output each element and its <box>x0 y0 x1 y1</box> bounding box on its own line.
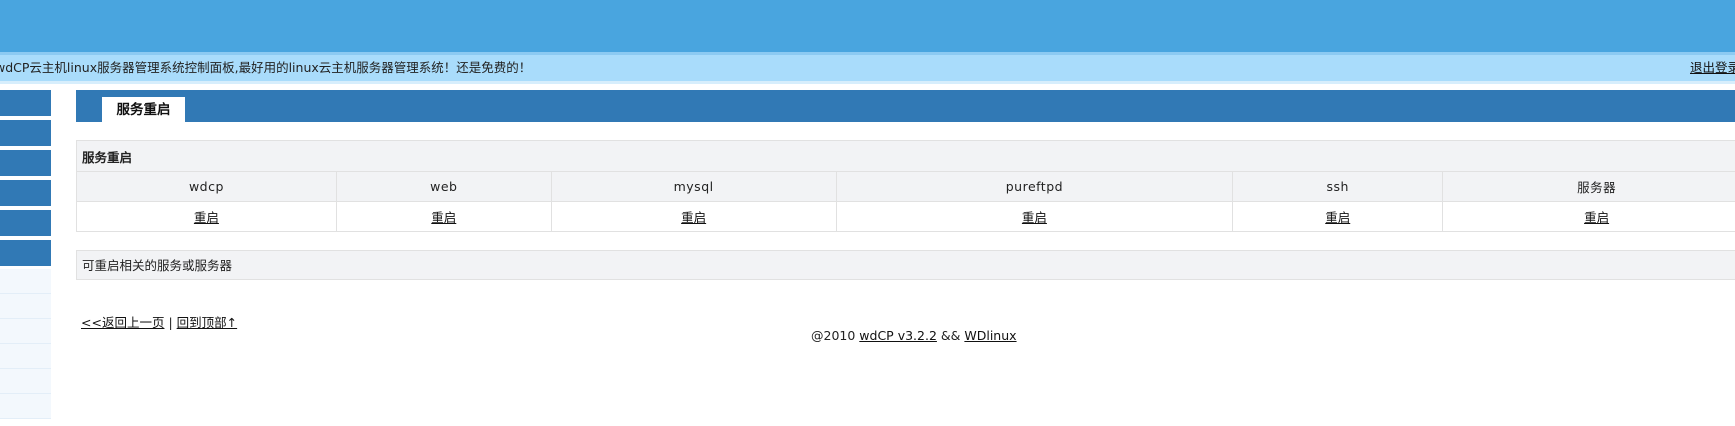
action-cell: 重启 <box>76 201 337 232</box>
back-link[interactable]: <<返回上一页 <box>81 315 164 330</box>
back-to-top-link[interactable]: 回到顶部↑ <box>177 315 237 330</box>
notice-divider <box>0 81 1735 84</box>
sidebar-blank-row <box>0 344 51 369</box>
sidebar-blank-row <box>0 394 51 419</box>
restart-web-link[interactable]: 重启 <box>431 210 456 225</box>
footer-joiner: && <box>940 328 961 343</box>
restart-server-link[interactable]: 重启 <box>1584 210 1609 225</box>
restart-ssh-link[interactable]: 重启 <box>1325 210 1350 225</box>
sidebar-item-4[interactable] <box>0 180 51 206</box>
sidebar-item-6[interactable] <box>0 240 51 266</box>
table-header-row: wdcp web mysql pureftpd ssh 服务器 <box>76 171 1735 202</box>
table-action-row: 重启 重启 重启 重启 重启 重启 <box>76 201 1735 232</box>
restart-wdcp-link[interactable]: 重启 <box>194 210 219 225</box>
sidebar-item-5[interactable] <box>0 210 51 236</box>
action-cell: 重启 <box>550 201 837 232</box>
page-nav: <<返回上一页 | 回到顶部↑ <box>81 312 237 331</box>
action-cell: 重启 <box>1232 201 1444 232</box>
table-caption: 服务重启 <box>76 140 1735 172</box>
footer-copyright: @2010 <box>811 328 856 343</box>
sidebar-item-2[interactable] <box>0 120 51 146</box>
sidebar-blank-row <box>0 294 51 319</box>
service-restart-table: 服务重启 wdcp web mysql pureftpd ssh 服务器 重启 … <box>76 140 1735 232</box>
product-version-link[interactable]: wdCP v3.2.2 <box>859 328 937 343</box>
tab-service-restart[interactable]: 服务重启 <box>102 97 185 123</box>
column-header-pureftpd: pureftpd <box>835 171 1234 202</box>
action-cell: 重启 <box>1442 201 1735 232</box>
sidebar-item-3[interactable] <box>0 150 51 176</box>
nav-separator: | <box>168 315 173 330</box>
sidebar-blank-row <box>0 319 51 344</box>
table-caption-row: 服务重启 <box>76 140 1735 172</box>
author-link[interactable]: WDlinux <box>964 328 1016 343</box>
sidebar <box>0 90 51 426</box>
sidebar-item-1[interactable] <box>0 90 51 116</box>
column-header-web: web <box>335 171 552 202</box>
notice-bar: wdCP云主机linux服务器管理系统控制面板,最好用的linux云主机服务器管… <box>0 55 1735 81</box>
top-banner <box>0 0 1735 52</box>
tab-bar: 服务重启 <box>76 90 1735 123</box>
column-header-server: 服务器 <box>1442 171 1735 202</box>
footer: @2010 wdCP v3.2.2 && WDlinux <box>811 328 1017 343</box>
action-cell: 重启 <box>835 201 1234 232</box>
column-header-wdcp: wdcp <box>76 171 337 202</box>
action-cell: 重启 <box>335 201 552 232</box>
restart-mysql-link[interactable]: 重启 <box>681 210 706 225</box>
column-header-mysql: mysql <box>550 171 837 202</box>
logout-link[interactable]: 退出登录 <box>1690 55 1735 81</box>
notice-text: wdCP云主机linux服务器管理系统控制面板,最好用的linux云主机服务器管… <box>0 60 532 75</box>
hint-text: 可重启相关的服务或服务器 <box>76 250 1735 280</box>
sidebar-blank-row <box>0 269 51 294</box>
restart-pureftpd-link[interactable]: 重启 <box>1022 210 1047 225</box>
column-header-ssh: ssh <box>1232 171 1444 202</box>
sidebar-blank-row <box>0 369 51 394</box>
